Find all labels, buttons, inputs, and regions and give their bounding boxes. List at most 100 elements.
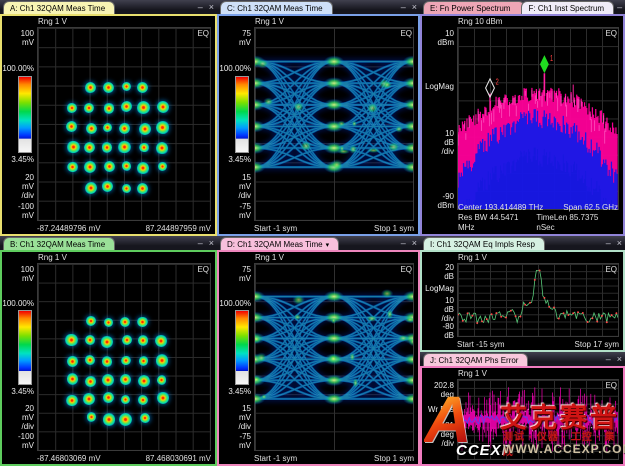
panel-c-eye-plot[interactable] [254, 27, 414, 221]
panel-a-tab[interactable]: A: Ch1 32QAM Meas Time [3, 1, 115, 14]
panel-d-titlebar: D: Ch1 32QAM Meas Time▾ – × [217, 236, 420, 250]
close-icon[interactable]: × [206, 1, 217, 14]
panel-ef-spectrum-plot[interactable]: 1 2 [457, 27, 619, 210]
panel-i-impulse-plot[interactable] [457, 263, 619, 337]
panel-i-tab[interactable]: I: Ch1 32QAM Eq Impls Resp [423, 237, 545, 250]
panel-b-titlebar: B: Ch1 32QAM Meas Time – × [0, 236, 217, 250]
eq-badge: EQ [400, 29, 412, 38]
panel-ef: E: Fn Power Spectrum F: Ch1 Inst Spectru… [420, 0, 625, 236]
panel-d-scale: 75mV 100.00% 3.45% 15mV/div -75mV [219, 263, 254, 451]
constellation-symbol [119, 123, 130, 134]
constellation-symbol [103, 413, 116, 426]
colorbar-min: 3.45% [228, 155, 251, 164]
constellation-symbol [155, 335, 167, 347]
panel-c-tab[interactable]: C: Ch1 32QAM Meas Time [220, 1, 333, 14]
close-icon[interactable]: × [206, 237, 217, 250]
constellation-symbol [85, 355, 95, 365]
time-len: TimeLen 85.7375 nSec [536, 213, 618, 233]
panel-b-title: B: Ch1 32QAM Meas Time [10, 240, 105, 249]
panel-a-scale: 100mV 100.00% 3.45% 20mV/div -100mV [2, 27, 37, 221]
panel-a-titlebar: A: Ch1 32QAM Meas Time – × [0, 0, 217, 14]
colorbar-max: 100.00% [219, 64, 251, 73]
constellation-symbol [120, 374, 131, 385]
constellation-symbol [157, 101, 169, 113]
panel-j-phserror-plot[interactable] [457, 379, 619, 460]
tab-f-inst-spectrum[interactable]: F: Ch1 Inst Spectrum [521, 1, 614, 14]
panel-ef-titlebar: E: Fn Power Spectrum F: Ch1 Inst Spectru… [420, 0, 625, 14]
panel-b-body: Rng 1 V EQ 100mV 100.00% 3.45% 20mV/div … [0, 250, 217, 466]
minimize-icon[interactable]: – [603, 237, 614, 250]
panel-b-constellation-plot[interactable] [37, 263, 211, 451]
constellation-symbol [122, 161, 132, 171]
constellation-symbol [121, 101, 132, 112]
panel-c-scale: 75mV 100.00% 3.45% 15mV/div -75mV [219, 27, 254, 221]
tab-e-power-spectrum[interactable]: E: Fn Power Spectrum [423, 1, 525, 14]
constellation-symbol [137, 162, 149, 174]
panel-c: C: Ch1 32QAM Meas Time – × Rng 1 V EQ 75… [217, 0, 420, 236]
constellation-symbol [84, 142, 95, 153]
minimize-icon[interactable]: – [614, 1, 625, 14]
colorbar-max: 100.00% [2, 64, 34, 73]
constellation-symbol [139, 356, 148, 365]
minimize-icon[interactable]: – [398, 1, 409, 14]
panel-b-tab[interactable]: B: Ch1 32QAM Meas Time [3, 237, 115, 250]
range-label: Rng 10 dBm [458, 17, 502, 26]
panel-j-title: J: Ch1 32QAM Phs Error [430, 356, 518, 365]
panel-d-title: D: Ch1 32QAM Meas Time [227, 240, 323, 249]
constellation-symbol [67, 162, 78, 173]
range-label: Rng 1 V [255, 17, 284, 26]
center-freq: Center 193.414489 THz [458, 203, 543, 213]
eq-badge: EQ [400, 265, 412, 274]
close-icon[interactable]: × [409, 1, 420, 14]
format-label: LogMag [425, 82, 454, 91]
colorbar-min: 3.45% [11, 387, 34, 396]
minimize-icon[interactable]: – [603, 353, 614, 366]
colorbar-max: 100.00% [2, 299, 34, 308]
colorbar-max: 100.00% [219, 299, 251, 308]
constellation-symbol [139, 123, 150, 134]
close-icon[interactable]: × [614, 237, 625, 250]
constellation-symbol [67, 373, 78, 384]
constellation-symbol [102, 181, 114, 193]
span: Span 62.5 GHz [563, 203, 618, 213]
constellation-symbol [137, 101, 150, 114]
constellation-symbol [102, 142, 113, 153]
constellation-symbol [86, 316, 96, 326]
panel-a-title: A: Ch1 32QAM Meas Time [10, 4, 105, 13]
constellation-symbol [85, 376, 96, 387]
constellation-symbol [122, 335, 133, 346]
panel-a: A: Ch1 32QAM Meas Time – × Rng 1 V EQ 10… [0, 0, 217, 236]
close-icon[interactable]: × [614, 353, 625, 366]
constellation-symbol [119, 413, 132, 426]
panel-ef-body: Rng 10 dBm EQ 10dBm LogMag 10dB/div -90d… [420, 14, 625, 236]
constellation-symbol [121, 395, 130, 404]
constellation-symbol [87, 412, 96, 421]
panel-d-eye-plot[interactable] [254, 263, 414, 451]
minimize-icon[interactable]: – [195, 1, 206, 14]
range-label: Rng 1 V [38, 17, 67, 26]
constellation-symbol [85, 335, 95, 345]
panel-a-body: Rng 1 V EQ 100mV 100.00% 3.45% 20mV/div … [0, 14, 217, 236]
constellation-symbol [122, 82, 132, 92]
constellation-symbol [121, 356, 131, 366]
panel-c-title: C: Ch1 32QAM Meas Time [227, 4, 323, 13]
constellation-symbol [122, 184, 131, 193]
chevron-down-icon[interactable]: ▾ [326, 242, 330, 249]
constellation-symbol [156, 354, 168, 366]
panel-i-title: I: Ch1 32QAM Eq Impls Resp [430, 240, 535, 249]
constellation-symbol [157, 375, 166, 384]
panel-c-body: Rng 1 V EQ 75mV 100.00% 3.45% 15mV/div -… [217, 14, 420, 236]
panel-i-titlebar: I: Ch1 32QAM Eq Impls Resp – × [420, 236, 625, 250]
constellation-symbol [137, 82, 148, 93]
constellation-symbol [104, 318, 113, 327]
panel-d-tab[interactable]: D: Ch1 32QAM Meas Time▾ [220, 237, 339, 250]
minimize-icon[interactable]: – [195, 237, 206, 250]
minimize-icon[interactable]: – [398, 237, 409, 250]
format-label: Wr Phs [428, 405, 454, 414]
constellation-symbol [137, 317, 148, 328]
close-icon[interactable]: × [409, 237, 420, 250]
constellation-symbol [139, 143, 149, 153]
panel-d-xaxis: Start -1 symStop 1 sym [254, 454, 414, 463]
panel-a-constellation-plot[interactable] [37, 27, 211, 221]
panel-j-tab[interactable]: J: Ch1 32QAM Phs Error [423, 353, 528, 366]
